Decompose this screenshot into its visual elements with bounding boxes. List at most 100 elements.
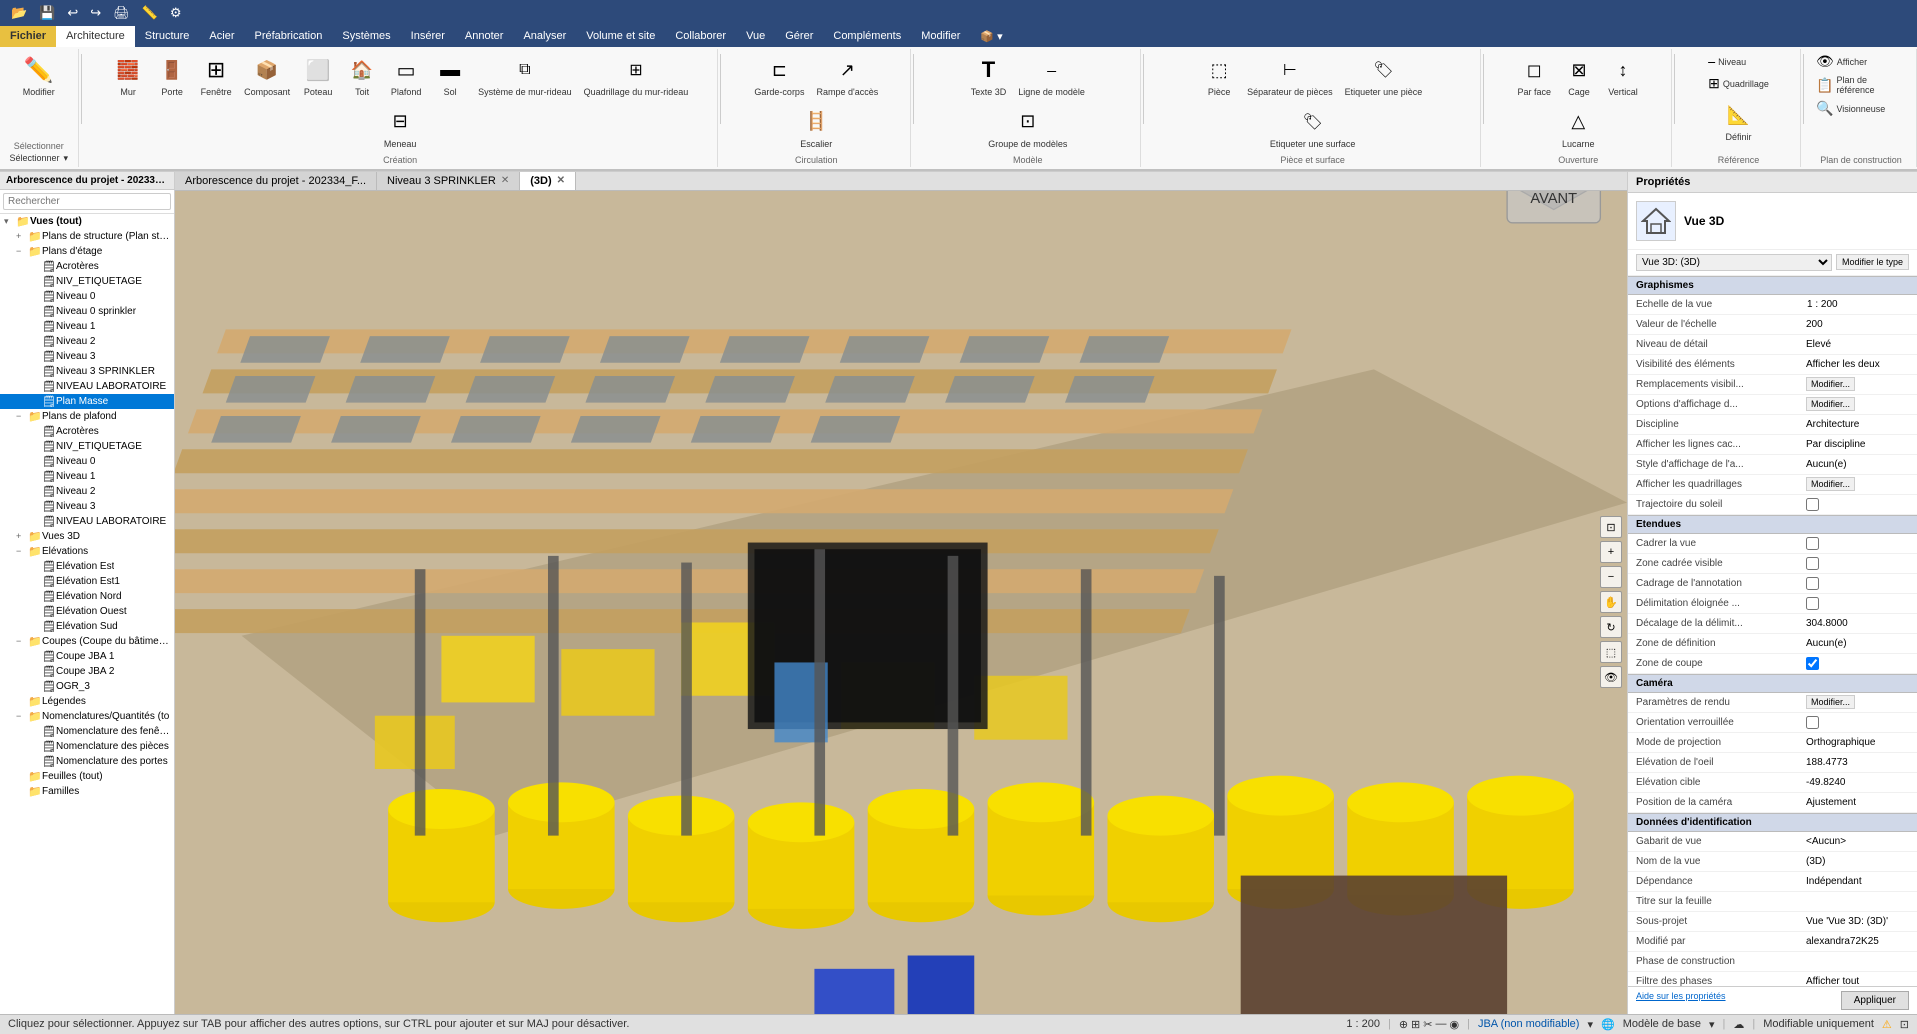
quadrillage-mur-btn[interactable]: ⊞ Quadrillage du mur-rideau (579, 51, 694, 101)
arrow-icon[interactable]: ▾ (1587, 1018, 1593, 1031)
definir-btn[interactable]: 📐 Définir (1717, 96, 1759, 146)
tree-item-elev-sud[interactable]: 🗒 Élévation Sud (0, 619, 174, 634)
niveau-btn[interactable]: ⎯ Niveau (1704, 51, 1773, 72)
tree-item-niveau2b[interactable]: 🗒 Niveau 2 (0, 484, 174, 499)
texte3d-btn[interactable]: T Texte 3D (966, 51, 1012, 101)
visionneuse-btn[interactable]: 🔍 Visionneuse (1812, 98, 1910, 119)
plafond-btn[interactable]: ▭ Plafond (385, 51, 427, 101)
tab-fichier[interactable]: Fichier (0, 26, 56, 47)
view-type-select[interactable]: Vue 3D: (3D) (1636, 254, 1832, 271)
zone-cadree-checkbox[interactable] (1806, 557, 1819, 570)
tree-item-niveau3a[interactable]: 🗒 Niveau 3 (0, 349, 174, 364)
tree-item-acroteres2[interactable]: 🗒 Acrotères (0, 424, 174, 439)
tree-item-niv-etiq1[interactable]: 🗒 NIV_ETIQUETAGE (0, 274, 174, 289)
vp-tab-3d[interactable]: (3D) ✕ (520, 172, 576, 190)
cadrage-annotation-checkbox[interactable] (1806, 577, 1819, 590)
cage-btn[interactable]: ⊠ Cage (1558, 51, 1600, 101)
zoom-fit-btn[interactable]: ⊡ (1600, 516, 1622, 538)
mur-rideau-btn[interactable]: ⧉ Système de mur-rideau (473, 51, 577, 101)
rampe-btn[interactable]: ↗ Rampe d'accès (811, 51, 883, 101)
tree-item-plans-structure[interactable]: + 📁 Plans de structure (Plan struct (0, 229, 174, 244)
separateur-btn[interactable]: ⊢ Séparateur de pièces (1242, 51, 1338, 101)
tree-item-niveau1b[interactable]: 🗒 Niveau 1 (0, 469, 174, 484)
garde-corps-btn[interactable]: ⊏ Garde-corps (749, 51, 809, 101)
tree-item-niveau1a[interactable]: 🗒 Niveau 1 (0, 319, 174, 334)
vp-tab-arborescence[interactable]: Arborescence du projet - 202334_F... (175, 172, 377, 190)
tree-item-nom-portes[interactable]: 🗒 Nomenclature des portes (0, 754, 174, 769)
escalier-btn[interactable]: 🪜 Escalier (795, 103, 837, 153)
groupe-modeles-btn[interactable]: ⊡ Groupe de modèles (983, 103, 1072, 153)
tab-volume[interactable]: Volume et site (576, 26, 665, 47)
etiqueter-piece-btn[interactable]: 🏷 Etiqueter une pièce (1340, 51, 1428, 101)
tab-inserer[interactable]: Insérer (401, 26, 455, 47)
edit-type-btn[interactable]: Modifier le type (1836, 254, 1909, 270)
search-input[interactable] (3, 193, 171, 210)
pan-btn[interactable]: ✋ (1600, 591, 1622, 613)
fenetre-btn[interactable]: ⊞ Fenêtre (195, 51, 237, 101)
qa-undo-btn[interactable]: ↩ (64, 4, 81, 22)
tab-gerer[interactable]: Gérer (775, 26, 823, 47)
viewport-content[interactable]: HAUT AVANT ⊡ + − ✋ ↻ ⬚ 👁 (175, 191, 1627, 1014)
tab-architecture[interactable]: Architecture (56, 26, 135, 47)
qa-save-btn[interactable]: 💾 (36, 4, 58, 22)
piece-btn[interactable]: ⬚ Pièce (1198, 51, 1240, 101)
tree-item-nom-pieces[interactable]: 🗒 Nomenclature des pièces (0, 739, 174, 754)
meneau-btn[interactable]: ⊟ Meneau (379, 103, 422, 153)
tree-item-elev-est[interactable]: 🗒 Élévation Est (0, 559, 174, 574)
cloud-icon[interactable]: ☁ (1733, 1018, 1744, 1031)
qa-open-btn[interactable]: 📂 (8, 4, 30, 22)
orbit-btn[interactable]: ↻ (1600, 616, 1622, 638)
poteau-btn[interactable]: ⬜ Poteau (297, 51, 339, 101)
lucarne-btn[interactable]: △ Lucarne (1557, 103, 1600, 153)
tree-item-niveau-labo2[interactable]: 🗒 NIVEAU LABORATOIRE (0, 514, 174, 529)
quadrillage-btn[interactable]: ⊞ Quadrillage (1704, 73, 1773, 94)
tree-item-vues3d[interactable]: + 📁 Vues 3D (0, 529, 174, 544)
tab-prefabrication[interactable]: Préfabrication (244, 26, 332, 47)
tree-item-nomenclatures[interactable]: − 📁 Nomenclatures/Quantités (to (0, 709, 174, 724)
tree-item-niveau0b[interactable]: 🗒 Niveau 0 (0, 454, 174, 469)
tree-item-niveau0a[interactable]: 🗒 Niveau 0 (0, 289, 174, 304)
tab-contextual[interactable]: 📦 ▾ (970, 26, 1012, 47)
tree-item-plan-masse[interactable]: 🗒 Plan Masse (0, 394, 174, 409)
tab-systemes[interactable]: Systèmes (332, 26, 400, 47)
tree-item-elev-nord[interactable]: 🗒 Élévation Nord (0, 589, 174, 604)
vp-tab-3d-close[interactable]: ✕ (557, 175, 565, 186)
par-face-btn[interactable]: ◻ Par face (1512, 51, 1556, 101)
modifier-btn[interactable]: ✏️ Modifier (18, 51, 60, 101)
tree-item-niveau3-sprinkler[interactable]: 🗒 Niveau 3 SPRINKLER (0, 364, 174, 379)
vp-tab-n3-close[interactable]: ✕ (501, 175, 509, 186)
tab-vue[interactable]: Vue (736, 26, 775, 47)
afficher-btn[interactable]: 👁 Afficher (1812, 51, 1910, 72)
view-icon[interactable]: ⊞ (1411, 1018, 1420, 1031)
tree-item-niveau3b[interactable]: 🗒 Niveau 3 (0, 499, 174, 514)
tab-complements[interactable]: Compléments (823, 26, 911, 47)
tree-item-coupes[interactable]: − 📁 Coupes (Coupe du bâtiment) (0, 634, 174, 649)
params-rendu-modify-btn[interactable]: Modifier... (1806, 695, 1855, 709)
zoom-in-btn[interactable]: + (1600, 541, 1622, 563)
tree-item-familles[interactable]: 📁 Familles (0, 784, 174, 799)
tab-modifier[interactable]: Modifier (911, 26, 970, 47)
zoom-out-btn[interactable]: − (1600, 566, 1622, 588)
delimitation-checkbox[interactable] (1806, 597, 1819, 610)
thin-lines-icon[interactable]: — (1435, 1018, 1446, 1031)
qa-print-btn[interactable]: 🖨 (110, 4, 133, 22)
select-dropdown[interactable]: Sélectionner (6, 152, 73, 165)
tree-item-niveau2a[interactable]: 🗒 Niveau 2 (0, 334, 174, 349)
qa-redo-btn[interactable]: ↪ (87, 4, 104, 22)
remplacements-modify-btn[interactable]: Modifier... (1806, 377, 1855, 391)
porte-btn[interactable]: 🚪 Porte (151, 51, 193, 101)
section-icon[interactable]: ✂ (1423, 1018, 1432, 1031)
zone-coupe-checkbox[interactable] (1806, 657, 1819, 670)
etiqueter-surface-btn[interactable]: 🏷 Etiqueter une surface (1265, 103, 1361, 153)
prop-value-echelle-vue[interactable]: 1 : 200 (1806, 298, 1909, 311)
tree-item-elev-est1[interactable]: 🗒 Élévation Est1 (0, 574, 174, 589)
qa-settings-btn[interactable]: ⚙ (167, 4, 185, 22)
quadrillages-modify-btn[interactable]: Modifier... (1806, 477, 1855, 491)
tab-acier[interactable]: Acier (199, 26, 244, 47)
tab-analyser[interactable]: Analyser (513, 26, 576, 47)
tree-item-elevations[interactable]: − 📁 Élévations (0, 544, 174, 559)
globe-icon[interactable]: 🌐 (1601, 1018, 1615, 1031)
tree-item-niv-etiq2[interactable]: 🗒 NIV_ETIQUETAGE (0, 439, 174, 454)
aide-proprietes-link[interactable]: Aide sur les propriétés (1636, 991, 1841, 1010)
look-at-btn[interactable]: 👁 (1600, 666, 1622, 688)
